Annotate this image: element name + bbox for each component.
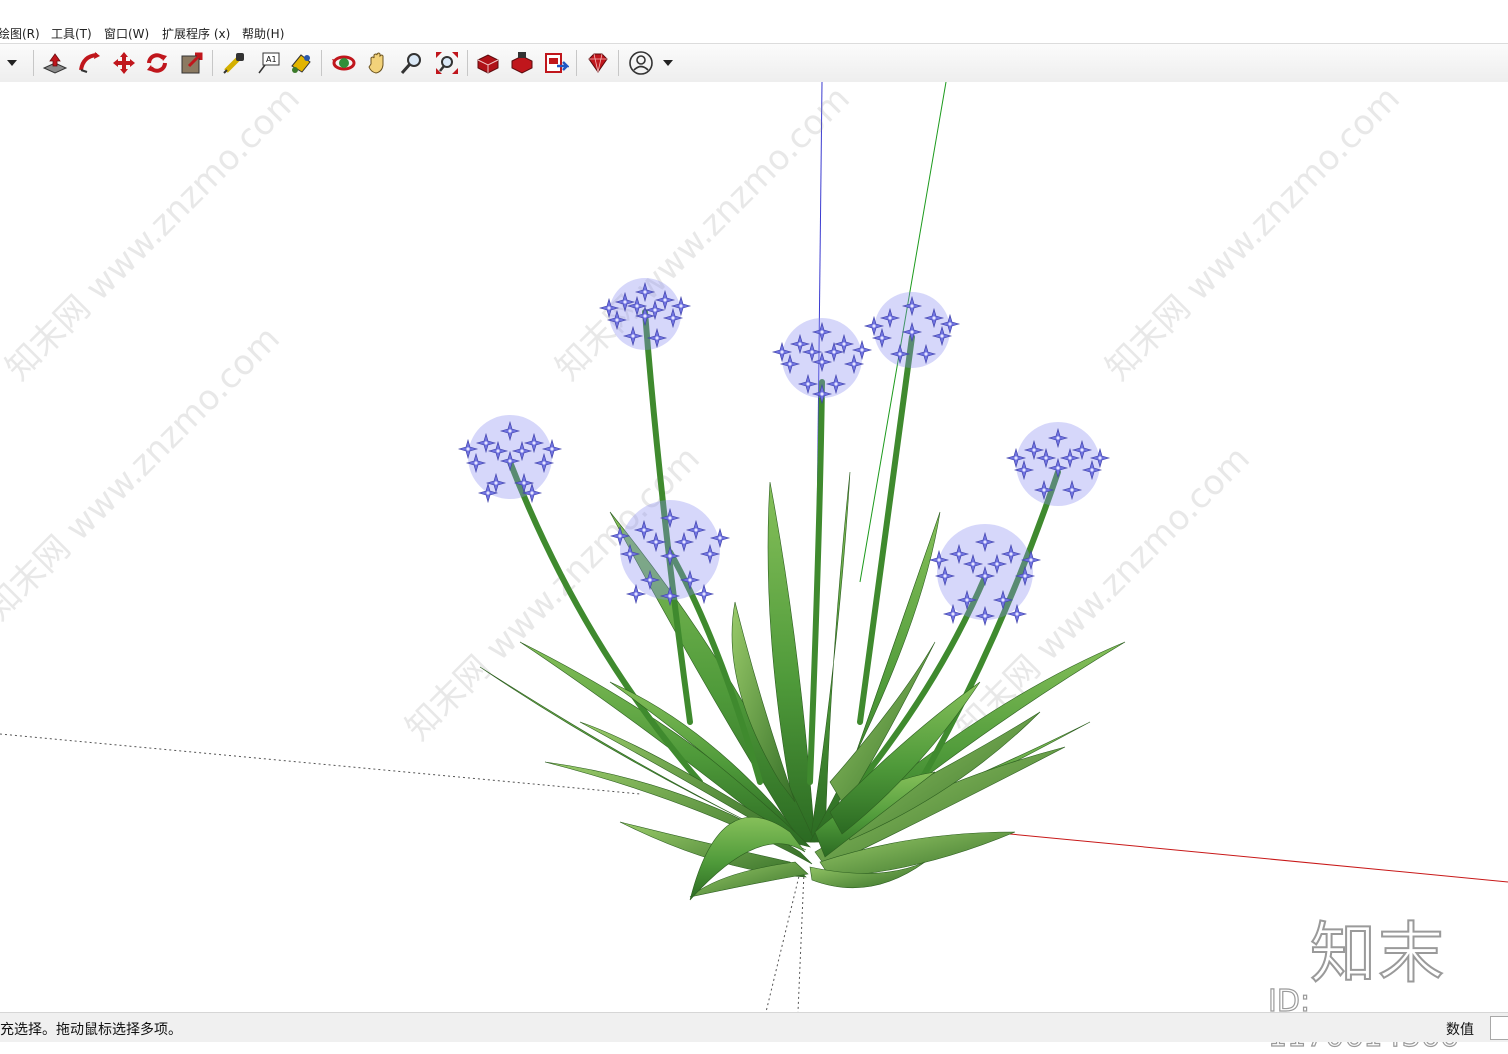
status-bar: 充选择。拖动鼠标选择多项。 数值 [0,1012,1508,1042]
toolbar-separator [467,50,468,76]
ruby-console-button[interactable] [584,49,612,77]
toolbar-separator [618,50,619,76]
toolbar-separator [33,50,34,76]
paint-bucket-button[interactable] [287,49,315,77]
pan-button[interactable] [364,49,392,77]
text-icon: A1 [258,52,280,74]
svg-text:A1: A1 [266,55,277,64]
scale-icon [181,52,203,74]
push-pull-button[interactable] [41,49,69,77]
text-button[interactable]: A1 [255,49,283,77]
flower-head [458,415,562,503]
menu-help[interactable]: 帮助(H) [242,25,284,42]
move-button[interactable] [110,49,138,77]
toolbar-separator [576,50,577,76]
flower-head [1006,422,1110,506]
menu-bar: 绘图(R) 工具(T) 窗口(W) 扩展程序 (x) 帮助(H) [0,0,1508,44]
3d-warehouse-button[interactable] [474,49,502,77]
model-viewport[interactable]: 知末网 www.znzmo.com 知末网 www.znzmo.com 知末网 … [0,82,1508,1012]
tape-measure-icon [223,53,244,74]
flower-head [929,524,1041,626]
follow-me-icon [79,52,100,73]
toolbar-separator [321,50,322,76]
push-pull-icon [42,53,68,74]
toolbar-separator [212,50,213,76]
rotate-icon [147,53,167,73]
menu-draw[interactable]: 绘图(R) [0,25,40,42]
brand-logo: 知末 [1309,914,1446,993]
previous-tool-dropdown[interactable] [0,49,24,77]
ruby-console-icon [588,53,608,73]
zoom-icon [400,53,421,74]
chevron-down-icon [7,60,17,66]
send-to-layout-button[interactable] [542,49,570,77]
account-dropdown-button[interactable] [627,49,677,77]
paint-bucket-icon [291,54,311,73]
orbit-button[interactable] [330,49,358,77]
scene-canvas: 知末网 www.znzmo.com 知末网 www.znzmo.com 知末网 … [0,82,1508,1012]
zoom-extents-button[interactable] [433,49,461,77]
pan-icon [368,52,384,74]
zoom-extents-icon [436,52,458,74]
status-hint: 充选择。拖动鼠标选择多项。 [0,1022,182,1038]
zoom-button[interactable] [398,49,426,77]
warehouse-icon [477,54,499,74]
measurements-input[interactable] [1490,1016,1508,1040]
measurements-label: 数值 [1446,1022,1474,1038]
flower-head [772,318,872,404]
menu-tools[interactable]: 工具(T) [51,25,92,42]
scale-button[interactable] [178,49,206,77]
orbit-icon [332,55,356,71]
tape-measure-button[interactable] [220,49,248,77]
extension-warehouse-button[interactable] [508,49,536,77]
main-toolbar: A1 [0,43,1508,83]
flower-head [864,292,960,368]
layout-send-icon [545,53,569,73]
menu-extensions[interactable]: 扩展程序 (x) [162,25,230,42]
account-icon [629,51,673,75]
rotate-button[interactable] [143,49,171,77]
extension-warehouse-icon [511,52,533,74]
menu-window[interactable]: 窗口(W) [104,25,149,42]
follow-me-button[interactable] [76,49,104,77]
move-icon [113,52,135,74]
svg-text:知末网 www.znzmo.com: 知末网 www.znzmo.com [1098,82,1408,388]
